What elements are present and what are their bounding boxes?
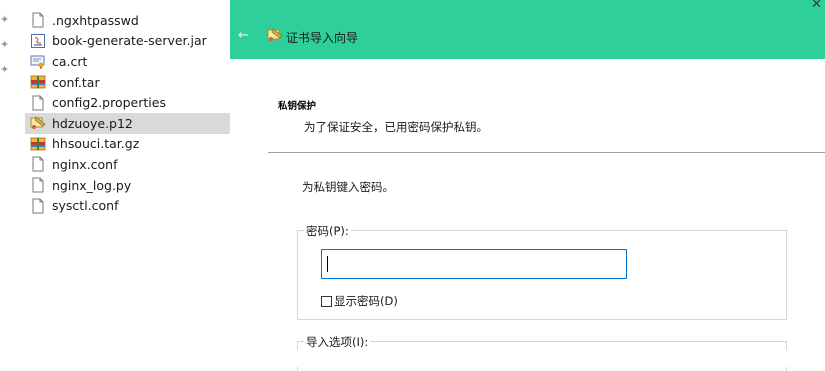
blank-file-icon <box>30 95 46 111</box>
file-explorer-pane: ✦ ✦ ✦ .ngxhtpasswd book-generate-server.j… <box>0 0 230 350</box>
file-list-item[interactable]: hdzuoye.p12 <box>25 112 230 134</box>
file-name: hdzuoye.p12 <box>52 115 133 131</box>
file-name: nginx.conf <box>52 156 118 172</box>
section-heading: 私钥保护 <box>278 101 317 112</box>
divider <box>268 152 825 153</box>
blank-file-icon <box>30 156 46 172</box>
blank-file-icon <box>30 198 46 214</box>
pfx-file-icon <box>30 115 46 131</box>
file-name: nginx_log.py <box>52 177 132 193</box>
show-password-checkbox[interactable] <box>321 295 332 307</box>
file-list-item[interactable]: hhsouci.tar.gz <box>25 134 230 155</box>
blank-file-icon <box>30 12 46 28</box>
blank-file-icon <box>30 177 46 193</box>
certificate-wizard-icon <box>267 28 283 41</box>
file-name: .ngxhtpasswd <box>52 12 139 28</box>
file-name: config2.properties <box>52 95 166 111</box>
file-name: sysctl.conf <box>52 198 119 214</box>
file-list-item[interactable]: ca.crt <box>25 51 230 72</box>
file-name: book-generate-server.jar <box>52 33 207 49</box>
file-list-item[interactable]: nginx.conf <box>25 154 230 175</box>
section-subtitle: 为了保证安全，已用密码保护私钥。 <box>304 120 488 134</box>
pin-icon[interactable]: ✦ <box>0 64 9 76</box>
close-button[interactable]: ✕ <box>811 0 822 12</box>
import-options-label: 导入选项(I): <box>304 334 371 350</box>
pin-icon[interactable]: ✦ <box>0 39 9 51</box>
instruction-text: 为私钥键入密码。 <box>302 180 394 194</box>
wizard-title: 证书导入向导 <box>286 31 359 45</box>
archive-file-icon <box>30 74 46 90</box>
wizard-header: ✕ ← 证书导入向导 <box>230 0 825 59</box>
show-password-toggle[interactable]: 显示密码(D) <box>321 293 398 309</box>
file-name: ca.crt <box>52 53 88 69</box>
text-caret <box>327 256 328 272</box>
password-input[interactable] <box>321 249 627 279</box>
file-name: conf.tar <box>52 74 100 90</box>
certificate-file-icon <box>30 53 46 70</box>
file-list-item[interactable]: book-generate-server.jar <box>25 31 230 52</box>
back-button[interactable]: ← <box>238 28 249 43</box>
file-list-item[interactable]: nginx_log.py <box>25 175 230 196</box>
file-list-item[interactable]: .ngxhtpasswd <box>25 10 230 31</box>
file-list-item[interactable]: conf.tar <box>25 72 230 93</box>
certificate-import-wizard: ✕ ← 证书导入向导 私钥保护 为了保证安全，已用密码保护私钥。 为私钥键入密码… <box>230 0 825 371</box>
file-list-item[interactable]: config2.properties <box>25 92 230 113</box>
pin-icon[interactable]: ✦ <box>0 14 9 26</box>
password-group-label: 密码(P): <box>304 223 351 239</box>
archive-file-icon <box>30 136 46 152</box>
show-password-label: 显示密码(D) <box>334 294 398 308</box>
file-list: .ngxhtpasswd book-generate-server.jar ca.c… <box>25 10 230 216</box>
window-bottom-edge <box>0 350 825 367</box>
file-list-item[interactable]: sysctl.conf <box>25 195 230 216</box>
file-name: hhsouci.tar.gz <box>52 136 140 152</box>
jar-file-icon <box>30 33 46 49</box>
